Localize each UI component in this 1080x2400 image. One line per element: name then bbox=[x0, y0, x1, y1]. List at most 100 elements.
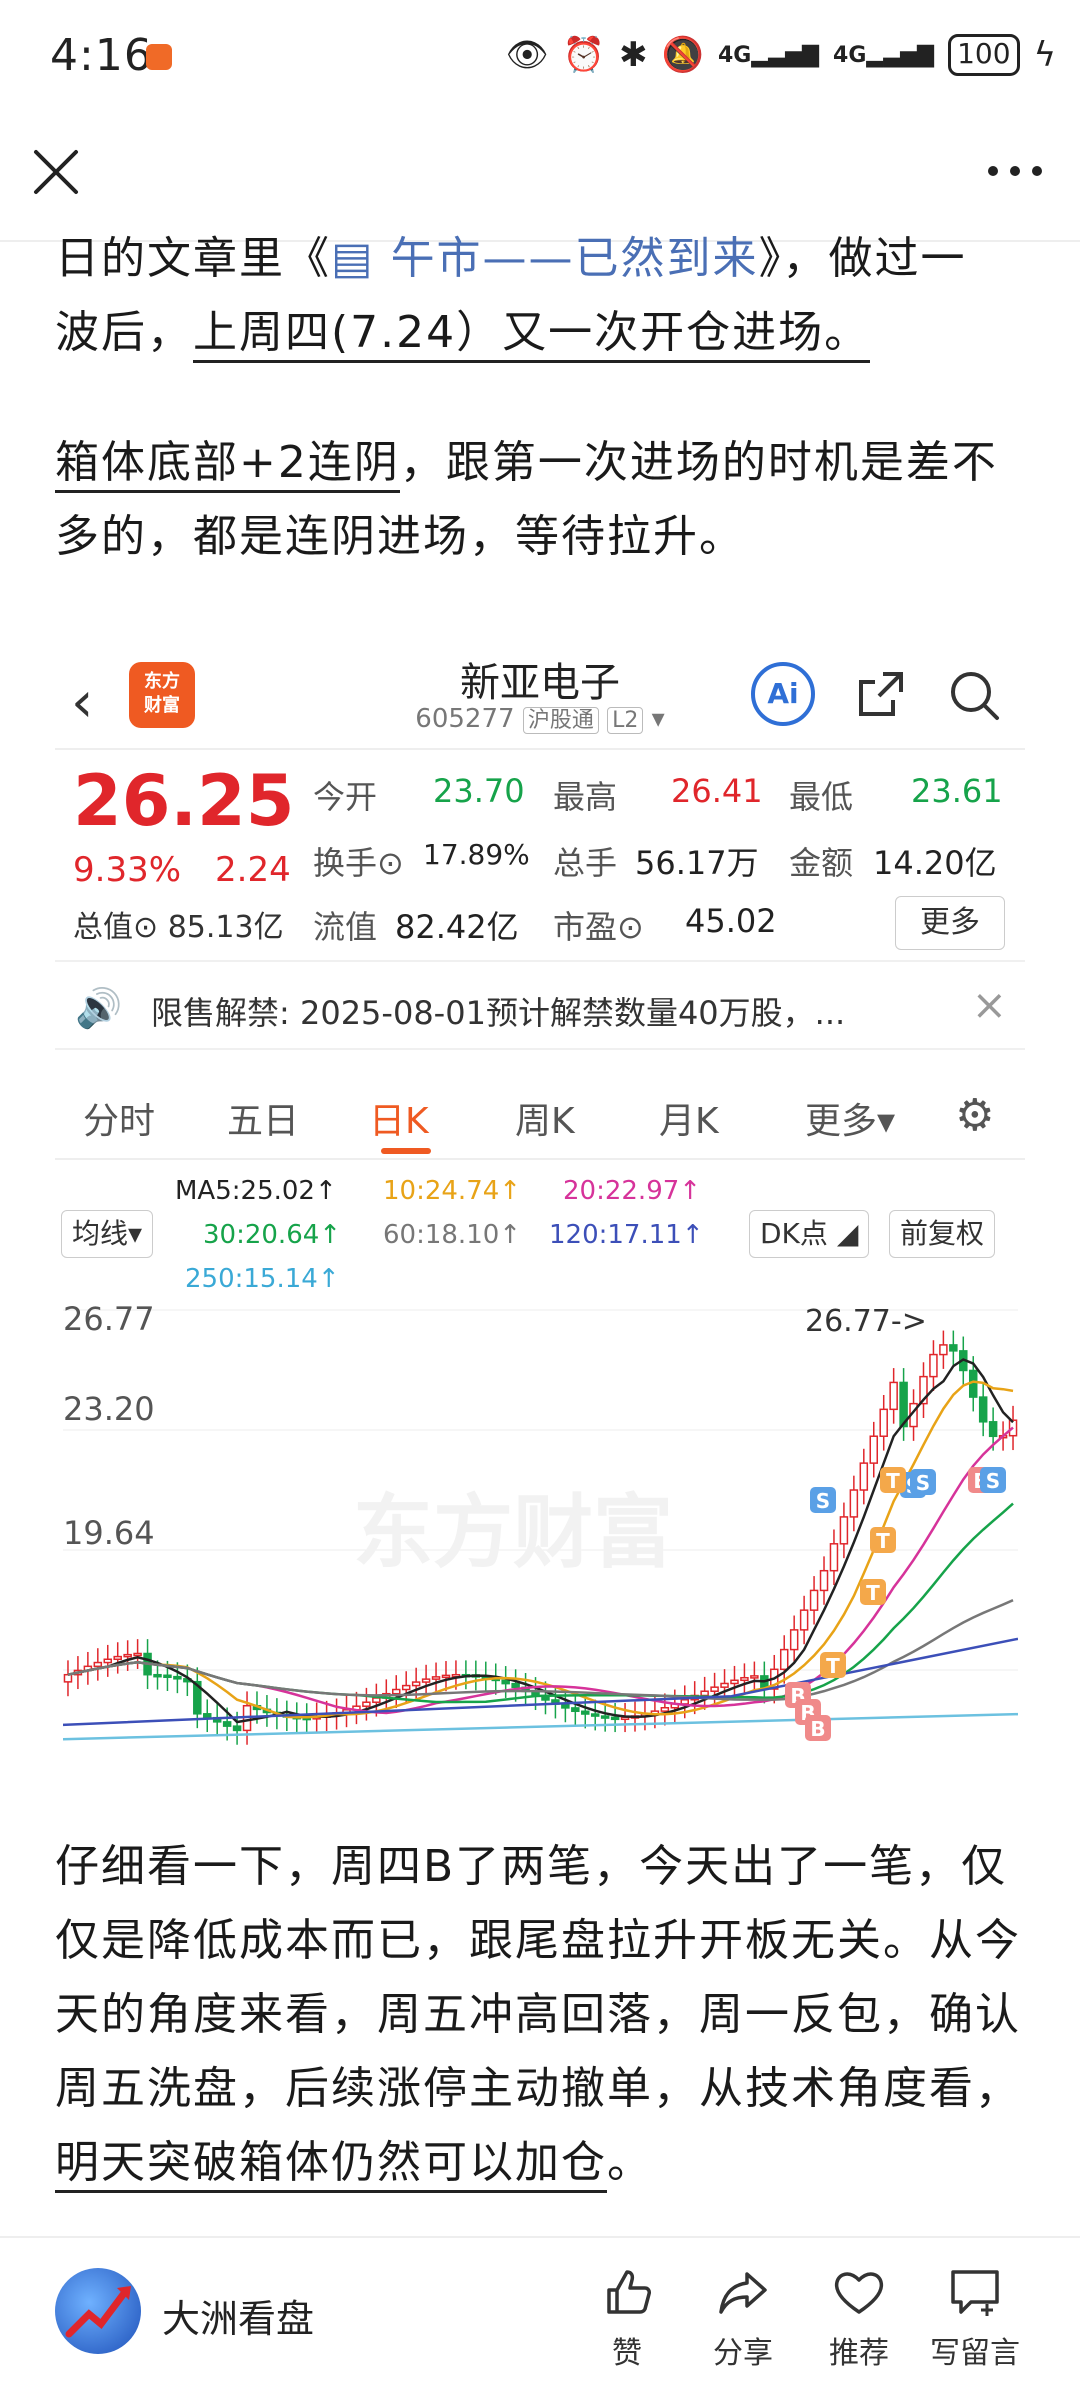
battery-icon: 100 bbox=[948, 34, 1020, 76]
change-amount: 2.24 bbox=[215, 850, 291, 890]
volume-value: 56.17万 bbox=[635, 844, 759, 882]
market-cap-label: 总值 bbox=[73, 910, 133, 945]
candle-body bbox=[501, 1679, 510, 1685]
candle-body bbox=[431, 1676, 441, 1680]
high-value: 26.41 bbox=[671, 772, 763, 810]
tab-more: 更多▾ bbox=[805, 1101, 896, 1142]
candle-body bbox=[879, 1408, 888, 1437]
p1-text: 日的文章里《 bbox=[55, 233, 331, 284]
more-quote-button: 更多 bbox=[895, 896, 1005, 950]
gear-icon: ⚙ bbox=[955, 1090, 995, 1141]
quote-panel: 26.25 9.33% 2.24 总值⊙ 85.13亿 今开 23.70 最高 … bbox=[55, 750, 1025, 950]
candle-body bbox=[720, 1682, 729, 1688]
candle-body bbox=[988, 1421, 998, 1438]
change-percent: 9.33% bbox=[73, 850, 182, 890]
candle-body bbox=[411, 1681, 421, 1687]
ma10-label: 10:24.74↑ bbox=[383, 1176, 522, 1206]
close-icon bbox=[34, 150, 78, 194]
low-label: 最低 bbox=[789, 778, 854, 816]
comment-icon bbox=[951, 2270, 999, 2316]
speaker-icon: 🔊 bbox=[75, 986, 123, 1030]
more-options-button[interactable] bbox=[980, 156, 1050, 186]
amount-value: 14.20亿 bbox=[873, 844, 997, 882]
trade-marker-label: S bbox=[916, 1471, 930, 1495]
volume-label: 总手 bbox=[553, 844, 618, 882]
p3-end-text: 。 bbox=[607, 2137, 653, 2188]
signal-2-icon: 4G▂▃▅▇ bbox=[833, 42, 935, 68]
y-tick-label: 19.64 bbox=[63, 1514, 155, 1552]
p2-underlined-text: 箱体底部+2连阴 bbox=[55, 437, 400, 493]
author-name[interactable]: 大洲看盘 bbox=[162, 2288, 314, 2343]
dk-button: DK点 ◢ bbox=[749, 1210, 870, 1258]
recommend-button[interactable]: 推荐 bbox=[804, 2264, 914, 2372]
p1-text-post: 》，做过一 bbox=[758, 233, 967, 284]
candle-body bbox=[222, 1721, 232, 1727]
amount-label: 金额 bbox=[789, 844, 854, 882]
candle-body bbox=[939, 1344, 948, 1356]
share-button[interactable]: 分享 bbox=[688, 2264, 798, 2372]
candle-body bbox=[103, 1658, 113, 1664]
candle-body bbox=[173, 1675, 182, 1680]
indicator-label: 均线 bbox=[72, 1217, 129, 1250]
article-paragraph-3: 仔细看一下，周四B了两笔，今天出了一笔，仅仅是降低成本而已，跟尾盘拉升开板无关。… bbox=[55, 1830, 1035, 2200]
signal-1-icon: 4G▂▃▅▇ bbox=[717, 42, 820, 68]
float-cap-value: 82.42亿 bbox=[395, 908, 519, 946]
candle-body bbox=[809, 1589, 819, 1611]
share-arrow-icon bbox=[719, 2272, 767, 2314]
search-icon bbox=[951, 672, 999, 720]
candle-body bbox=[133, 1652, 142, 1657]
unlock-notice: 🔊 限售解禁: 2025-08-01预计解禁数量40万股，... × bbox=[55, 960, 1025, 1050]
low-value: 23.61 bbox=[911, 772, 1003, 810]
pe-label: 市盈⊙ bbox=[553, 908, 644, 946]
like-button[interactable]: 赞 bbox=[572, 2264, 682, 2372]
fq-button: 前复权 bbox=[889, 1210, 996, 1258]
candle-body bbox=[63, 1673, 73, 1683]
indicator-button: 均线▾ bbox=[61, 1210, 154, 1258]
share-icon bbox=[859, 672, 903, 716]
tab-yuek: 月K bbox=[659, 1101, 719, 1142]
candle-body bbox=[153, 1673, 162, 1678]
candle-body bbox=[779, 1648, 789, 1671]
author-avatar[interactable] bbox=[55, 2268, 141, 2354]
ma120-label: 120:17.11↑ bbox=[549, 1220, 704, 1250]
article-paragraph-1: 日的文章里《▤ 午市——已然到来》，做过一 波后，上周四(7.24）又一次开仓进… bbox=[55, 222, 1035, 370]
bluetooth-icon: ✱ bbox=[619, 35, 648, 75]
like-label: 赞 bbox=[612, 2336, 642, 2371]
close-button[interactable] bbox=[28, 144, 84, 200]
turnover-value: 17.89% bbox=[423, 838, 530, 871]
candle-body bbox=[929, 1353, 938, 1378]
candle-body bbox=[730, 1679, 739, 1685]
article-link[interactable]: ▤ 午市——已然到来 bbox=[331, 233, 759, 284]
candle-body bbox=[819, 1569, 829, 1592]
tab-rik: 日K bbox=[369, 1101, 429, 1142]
candle-body bbox=[740, 1676, 749, 1682]
candle-body bbox=[660, 1707, 670, 1712]
pe-value: 45.02 bbox=[685, 902, 777, 940]
notice-text: 限售解禁: 2025-08-01预计解禁数量40万股，... bbox=[151, 988, 845, 1034]
comment-button[interactable]: 写留言 bbox=[920, 2264, 1030, 2372]
candle-body bbox=[978, 1396, 988, 1423]
p1-line2-text: 波后， bbox=[55, 307, 193, 358]
ai-icon: Ai bbox=[751, 662, 815, 726]
turnover-label: 换手⊙ bbox=[313, 844, 404, 882]
active-tab-indicator bbox=[381, 1148, 431, 1154]
tab-wuri: 五日 bbox=[227, 1101, 300, 1142]
candle-body bbox=[799, 1609, 809, 1631]
dot-icon bbox=[988, 166, 998, 176]
current-price: 26.25 bbox=[73, 760, 295, 842]
charging-icon: ϟ bbox=[1033, 35, 1056, 75]
p3-text: 仔细看一下，周四B了两笔，今天出了一笔，仅仅是降低成本而已，跟尾盘拉升开板无关。… bbox=[55, 1841, 1021, 2114]
stock-header: ‹ 东方 财富 新亚电子 605277 沪股通 L2 ▾ Ai bbox=[55, 640, 1025, 750]
candle-body bbox=[511, 1682, 520, 1689]
candle-body bbox=[610, 1716, 620, 1721]
high-marker-label: 26.77-> bbox=[805, 1304, 927, 1339]
tab-more-label: 更多 bbox=[805, 1101, 878, 1142]
trade-marker-label: T bbox=[826, 1654, 840, 1678]
candle-body bbox=[581, 1710, 590, 1715]
recommend-label: 推荐 bbox=[829, 2336, 889, 2371]
candle-body bbox=[392, 1688, 401, 1695]
turnover-label-text: 换手 bbox=[313, 844, 378, 882]
dot-icon bbox=[1010, 166, 1020, 176]
market-cap-value: 85.13亿 bbox=[167, 910, 284, 945]
candle-body bbox=[789, 1629, 799, 1651]
